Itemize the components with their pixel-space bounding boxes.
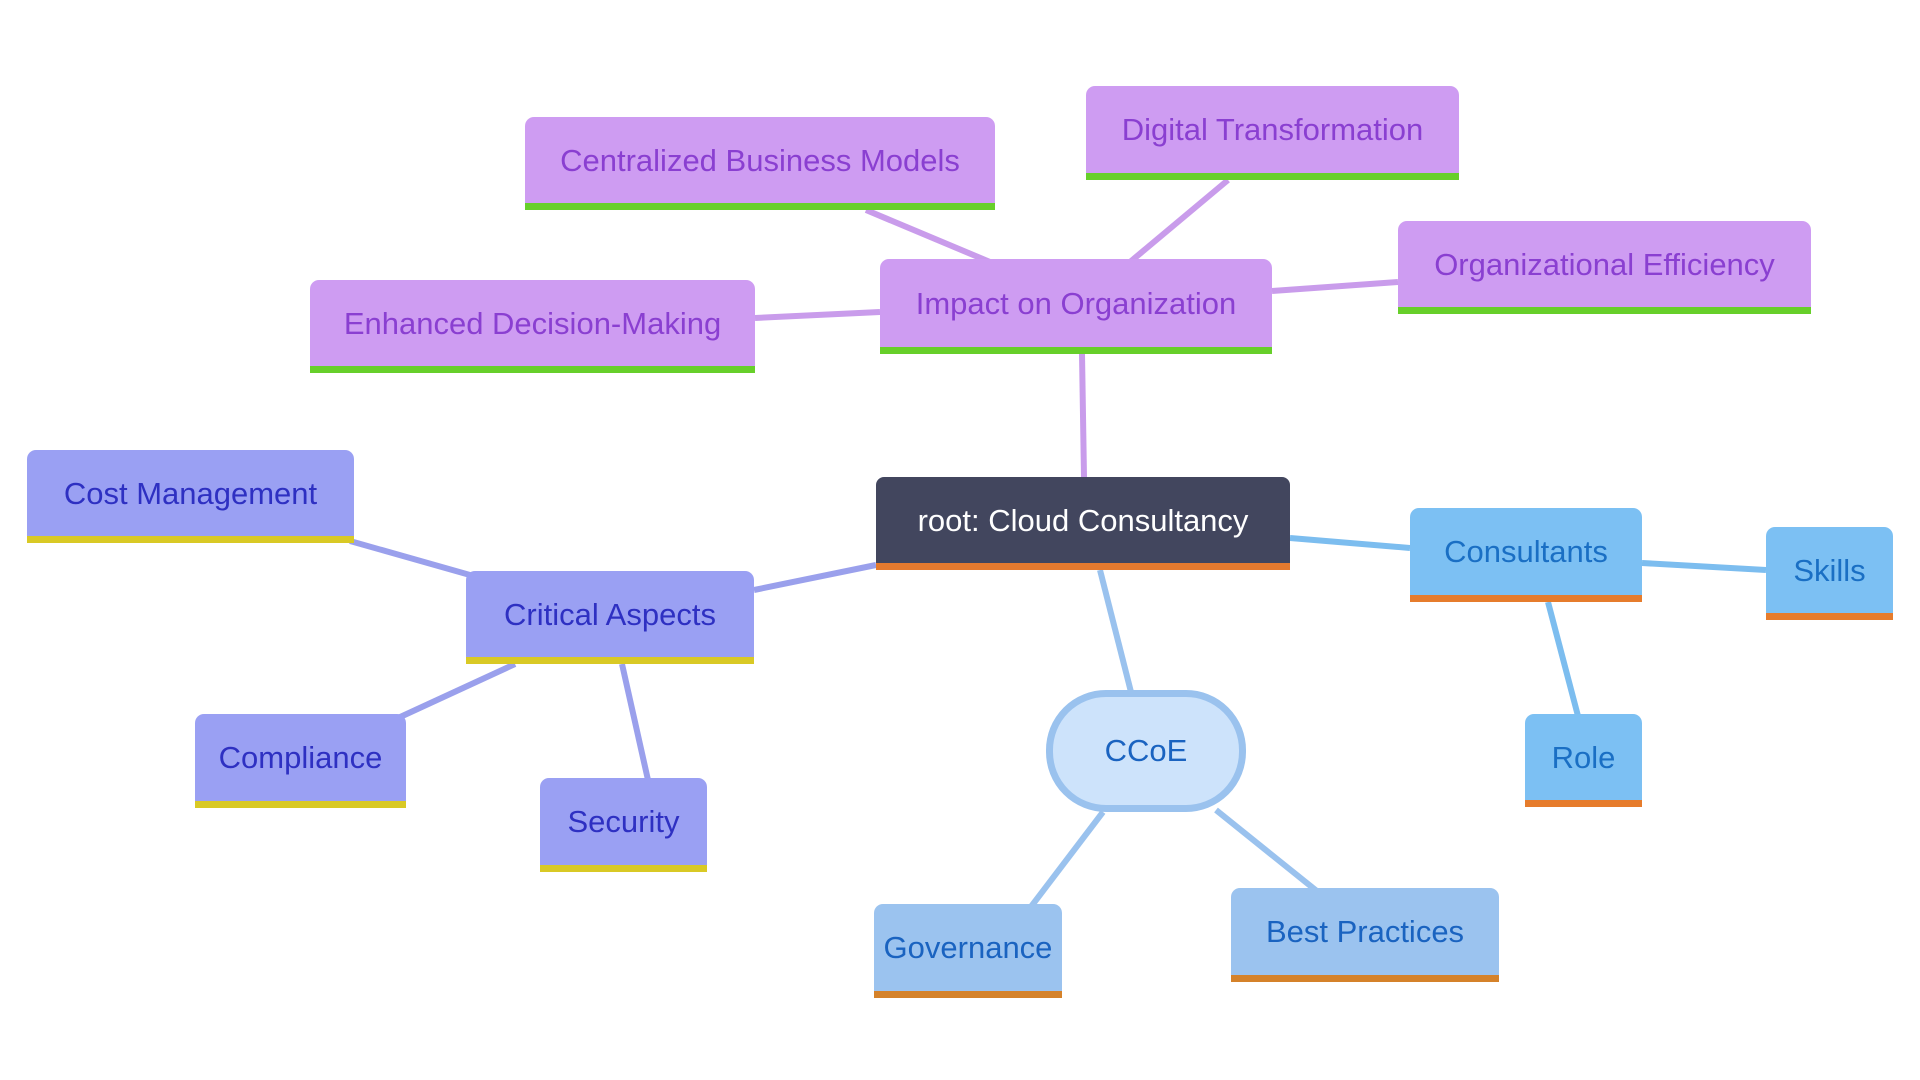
node-decision-label: Enhanced Decision-Making — [343, 305, 722, 341]
edge-ccoe-governance — [1027, 810, 1106, 910]
node-digital-underline — [1086, 173, 1459, 180]
node-root[interactable]: root: Cloud Consultancy — [876, 477, 1290, 570]
node-centralized-label: Centralized Business Models — [560, 142, 960, 178]
node-organizational-efficiency[interactable]: Organizational Efficiency — [1398, 221, 1811, 314]
node-critical-label: Critical Aspects — [504, 596, 716, 632]
node-impact-underline — [880, 347, 1272, 354]
node-skills-underline — [1766, 613, 1893, 620]
node-root-label: root: Cloud Consultancy — [917, 502, 1249, 538]
node-compliance-label: Compliance — [218, 740, 383, 775]
node-enhanced-decision-making[interactable]: Enhanced Decision-Making — [310, 280, 755, 373]
node-consultants-label: Consultants — [1444, 534, 1608, 569]
edge-ccoe-bestpractices — [1214, 807, 1320, 895]
node-ccoe-label: CCoE — [1104, 733, 1188, 768]
node-centralized-business-models[interactable]: Centralized Business Models — [525, 117, 995, 210]
node-compliance-underline — [195, 801, 406, 808]
edge-consultants-role — [1545, 601, 1581, 717]
edge-critical-compliance — [396, 661, 517, 721]
node-compliance[interactable]: Compliance — [195, 714, 406, 808]
node-consultants[interactable]: Consultants — [1410, 508, 1642, 602]
node-governance[interactable]: Governance — [874, 904, 1062, 998]
node-governance-label: Governance — [883, 930, 1053, 965]
edge-critical-cost — [349, 538, 471, 578]
edge-root-consultants — [1289, 535, 1411, 551]
edge-root-critical — [753, 562, 877, 593]
edge-impact-decision — [754, 309, 881, 321]
edge-impact-digital — [1128, 177, 1230, 265]
edge-impact-efficiency — [1271, 279, 1399, 294]
node-role[interactable]: Role — [1525, 714, 1642, 807]
node-efficiency-underline — [1398, 307, 1811, 314]
node-impact-label: Impact on Organization — [915, 285, 1237, 321]
node-skills[interactable]: Skills — [1766, 527, 1893, 620]
edge-critical-security — [619, 663, 651, 781]
edge-root-ccoe — [1097, 569, 1134, 693]
node-bestpractices-label: Best Practices — [1265, 914, 1465, 949]
node-security-underline — [540, 865, 707, 872]
edge-root-impact — [1079, 353, 1087, 478]
node-governance-underline — [874, 991, 1062, 998]
node-digital-label: Digital Transformation — [1121, 112, 1424, 147]
node-security[interactable]: Security — [540, 778, 707, 872]
node-critical-underline — [466, 657, 754, 664]
node-critical-aspects[interactable]: Critical Aspects — [466, 571, 754, 664]
node-ccoe[interactable]: CCoE — [1046, 690, 1246, 812]
node-efficiency-label: Organizational Efficiency — [1434, 246, 1775, 282]
edge-impact-centralized — [864, 207, 992, 265]
node-impact-on-organization[interactable]: Impact on Organization — [880, 259, 1272, 354]
node-bestpractices-underline — [1231, 975, 1499, 982]
node-cost-label: Cost Management — [63, 475, 318, 511]
edge-consultants-skills — [1641, 560, 1767, 573]
node-centralized-underline — [525, 203, 995, 210]
node-skills-label: Skills — [1793, 552, 1866, 588]
node-digital-transformation[interactable]: Digital Transformation — [1086, 86, 1459, 180]
node-consultants-underline — [1410, 595, 1642, 602]
node-root-underline — [876, 563, 1290, 570]
node-security-label: Security — [567, 804, 680, 839]
node-cost-management[interactable]: Cost Management — [27, 450, 354, 543]
node-cost-underline — [27, 536, 354, 543]
node-best-practices[interactable]: Best Practices — [1231, 888, 1499, 982]
node-role-underline — [1525, 800, 1642, 807]
node-role-label: Role — [1551, 739, 1616, 775]
node-decision-underline — [310, 366, 755, 373]
